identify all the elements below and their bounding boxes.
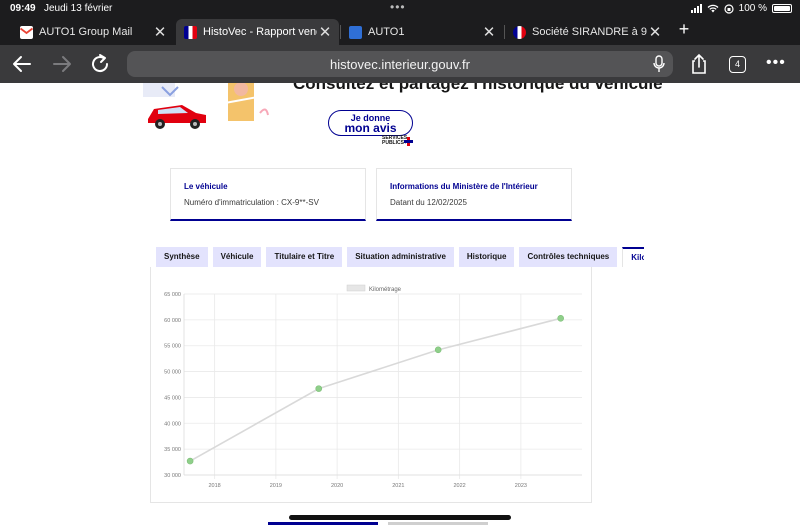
- close-icon[interactable]: ✕: [647, 23, 663, 41]
- mileage-chart: Kilométrage 30 000 35 000 40 000 45 000 50 00…: [150, 267, 592, 503]
- url-text: histovec.interieur.gouv.fr: [330, 56, 470, 72]
- tab-kilometrage[interactable]: Kilométrage: [622, 247, 645, 267]
- mileage-chart-svg: Kilométrage 30 000 35 000 40 000 45 000 50 00…: [164, 284, 582, 489]
- marianne-icon: [184, 25, 197, 39]
- report-tabs: Synthèse Véhicule Titulaire et Titre Sit…: [156, 247, 645, 267]
- orientation-lock-icon: [724, 3, 734, 14]
- back-arrow-icon[interactable]: [10, 52, 34, 76]
- forward-arrow-icon[interactable]: [50, 52, 74, 76]
- tab-count-button[interactable]: 4: [729, 56, 746, 73]
- tab-synthese[interactable]: Synthèse: [156, 247, 208, 267]
- close-icon[interactable]: ✕: [152, 23, 168, 41]
- status-bar: 09:49 Jeudi 13 février ••• 100 %: [0, 0, 800, 17]
- x-tick-label: 2018: [209, 483, 221, 489]
- tab-vehicule[interactable]: Véhicule: [212, 247, 262, 267]
- cellular-signal-icon: [690, 4, 702, 13]
- tab-titulaire[interactable]: Titulaire et Titre: [266, 247, 343, 267]
- wifi-icon: [707, 4, 719, 13]
- tab-situation-administrative[interactable]: Situation administrative: [347, 247, 454, 267]
- battery-percent: 100 %: [738, 3, 767, 14]
- x-tick-label: 2022: [454, 483, 466, 489]
- ministry-card: Informations du Ministère de l'Intérieur…: [376, 168, 572, 221]
- y-tick-label: 35 000: [164, 447, 181, 453]
- address-bar[interactable]: histovec.interieur.gouv.fr: [127, 51, 673, 77]
- marianne-icon: [513, 25, 526, 39]
- browser-tab-societe[interactable]: Société SIRANDRE à 931 ✕: [505, 19, 669, 45]
- vehicle-card: Le véhicule Numéro d'immatriculation : C…: [170, 168, 366, 221]
- auto1-icon: [349, 25, 362, 39]
- data-point: [434, 346, 442, 354]
- page-heading: Consultez et partagez l'historique du vé…: [293, 83, 663, 93]
- y-tick-label: 30 000: [164, 473, 181, 479]
- status-time: 09:49: [10, 3, 36, 14]
- home-indicator[interactable]: [289, 515, 511, 520]
- gmail-icon: [19, 25, 34, 39]
- web-page: Consultez et partagez l'historique du vé…: [0, 83, 800, 525]
- x-tick-label: 2020: [331, 483, 343, 489]
- tab-label: Société SIRANDRE à 931: [532, 26, 647, 38]
- car-illustration: [143, 83, 269, 129]
- status-date: Jeudi 13 février: [44, 3, 113, 14]
- legend-swatch: [346, 284, 366, 292]
- services-publics-plus-icon: [404, 137, 413, 146]
- data-point: [315, 385, 323, 392]
- legend-label: Kilométrage: [369, 287, 402, 293]
- battery-icon: [772, 4, 792, 13]
- data-point: [186, 457, 194, 465]
- ministry-card-title: Informations du Ministère de l'Intérieur: [390, 182, 538, 191]
- ministry-card-value: Datant du 12/02/2025: [390, 198, 467, 207]
- more-options-icon[interactable]: •••: [766, 55, 786, 71]
- tab-label: HistoVec - Rapport vendeur: [203, 26, 317, 38]
- y-tick-label: 55 000: [164, 344, 181, 350]
- browser-tab-gmail[interactable]: AUTO1 Group Mail ✕: [12, 19, 174, 45]
- multitasking-dots-icon[interactable]: •••: [390, 0, 406, 14]
- tab-label: AUTO1 Group Mail: [39, 26, 133, 38]
- new-tab-plus-icon[interactable]: +: [675, 19, 693, 40]
- y-tick-label: 60 000: [164, 318, 181, 324]
- tab-controles-techniques[interactable]: Contrôles techniques: [519, 247, 618, 267]
- vehicle-card-title: Le véhicule: [184, 182, 228, 191]
- y-tick-label: 50 000: [164, 370, 181, 376]
- close-icon[interactable]: ✕: [317, 23, 333, 41]
- x-tick-label: 2023: [515, 483, 527, 489]
- y-tick-label: 45 000: [164, 395, 181, 401]
- close-icon[interactable]: ✕: [481, 23, 497, 41]
- browser-tab-histovec[interactable]: HistoVec - Rapport vendeur ✕: [176, 19, 339, 45]
- share-icon[interactable]: [688, 53, 710, 75]
- data-point: [557, 315, 564, 322]
- avis-line-2: mon avis: [344, 121, 397, 135]
- tab-historique[interactable]: Historique: [458, 247, 515, 267]
- x-tick-label: 2019: [270, 483, 282, 489]
- series-line-kilometrage: [189, 317, 561, 462]
- y-tick-label: 65 000: [164, 292, 181, 298]
- browser-toolbar: histovec.interieur.gouv.fr 4 •••: [0, 45, 800, 83]
- je-donne-mon-avis-button[interactable]: Je donne mon avis: [328, 110, 413, 136]
- tab-label: AUTO1: [368, 26, 405, 38]
- browser-tab-auto1[interactable]: AUTO1 ✕: [341, 19, 503, 45]
- vehicle-card-value: Numéro d'immatriculation : CX-9**-SV: [184, 198, 319, 207]
- x-tick-label: 2021: [392, 483, 404, 489]
- reload-icon[interactable]: [88, 52, 112, 76]
- microphone-icon[interactable]: [652, 55, 666, 73]
- y-tick-label: 40 000: [164, 421, 181, 427]
